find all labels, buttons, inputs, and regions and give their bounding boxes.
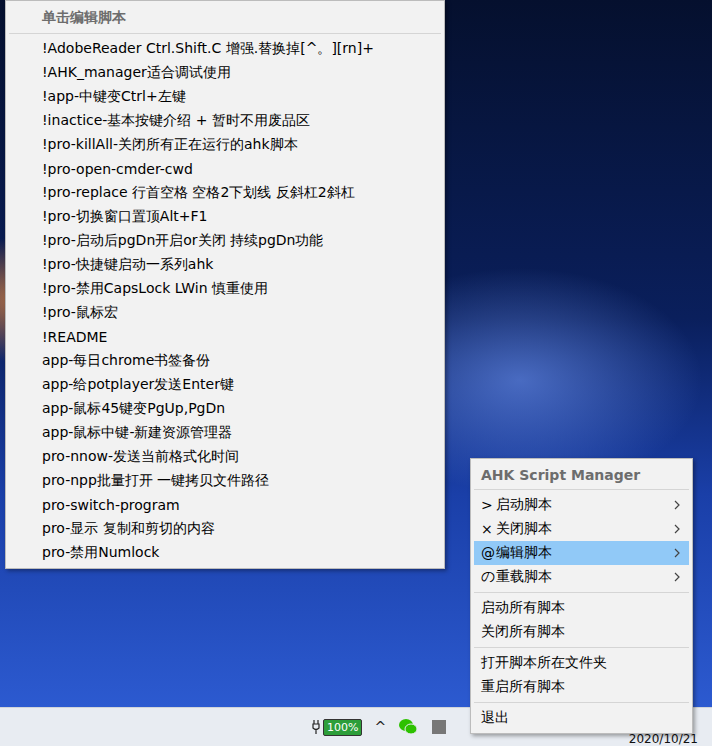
app-icon[interactable] [430, 718, 448, 736]
script-item[interactable]: !pro-启动后pgDn开启or关闭 持续pgDn功能 [9, 229, 441, 253]
script-item[interactable]: !pro-鼠标宏 [9, 301, 441, 325]
chevron-right-icon [673, 500, 681, 510]
menu-item[interactable]: の重载脚本 [474, 565, 689, 589]
menu-item[interactable]: 关闭所有脚本 [474, 620, 689, 644]
edit-submenu: 单击编辑脚本 !AdobeReader Ctrl.Shift.C 增强.替换掉[^… [5, 0, 445, 569]
menu-item[interactable]: @编辑脚本 [474, 541, 689, 565]
tray-menu-header: AHK Script Manager [474, 463, 689, 490]
wechat-icon[interactable] [398, 718, 418, 736]
script-item[interactable]: pro-npp批量打开 一键拷贝文件路径 [9, 469, 441, 493]
menu-separator [474, 702, 689, 703]
battery[interactable]: 100% [312, 719, 362, 736]
menu-prefix: の [481, 568, 491, 586]
script-item[interactable]: !pro-open-cmder-cwd [9, 157, 441, 181]
script-item[interactable]: app-每日chrome书签备份 [9, 349, 441, 373]
submenu-header: 单击编辑脚本 [9, 5, 441, 34]
battery-level: 100% [323, 719, 362, 736]
plug-icon [312, 719, 320, 735]
menu-separator [474, 647, 689, 648]
tray-toggle[interactable]: ^ [374, 719, 386, 735]
script-item[interactable]: pro-显示 复制和剪切的内容 [9, 517, 441, 541]
script-item[interactable]: !pro-切换窗口置顶Alt+F1 [9, 205, 441, 229]
menu-item[interactable]: >启动脚本 [474, 493, 689, 517]
menu-prefix: > [481, 497, 491, 513]
script-item[interactable]: app-给potplayer发送Enter键 [9, 373, 441, 397]
script-item[interactable]: !pro-快捷键启动一系列ahk [9, 253, 441, 277]
script-item[interactable]: app-鼠标45键变PgUp,PgDn [9, 397, 441, 421]
script-item[interactable]: !inactice-基本按键介绍 + 暂时不用废品区 [9, 109, 441, 133]
desktop: 100% ^ 2020/10/21 单击编辑脚本 !AdobeReader Ctrl.S… [0, 0, 712, 746]
menu-item[interactable]: 重启所有脚本 [474, 675, 689, 699]
tray-menu: AHK Script Manager >启动脚本×关闭脚本@编辑脚本の重载脚本启动… [470, 458, 693, 734]
menu-prefix: × [481, 521, 491, 537]
menu-item[interactable]: 退出 [474, 706, 689, 730]
script-item[interactable]: !AdobeReader Ctrl.Shift.C 增强.替换掉[^。][rn]… [9, 37, 441, 61]
menu-item[interactable]: 启动所有脚本 [474, 596, 689, 620]
script-item[interactable]: !README [9, 325, 441, 349]
menu-item[interactable]: ×关闭脚本 [474, 517, 689, 541]
chevron-right-icon [673, 524, 681, 534]
script-item[interactable]: !pro-replace 行首空格 空格2下划线 反斜杠2斜杠 [9, 181, 441, 205]
script-item[interactable]: pro-nnow-发送当前格式化时间 [9, 445, 441, 469]
chevron-right-icon [673, 572, 681, 582]
script-item[interactable]: !pro-禁用CapsLock LWin 慎重使用 [9, 277, 441, 301]
script-item[interactable]: app-鼠标中键-新建资源管理器 [9, 421, 441, 445]
script-item[interactable]: !pro-killAll-关闭所有正在运行的ahk脚本 [9, 133, 441, 157]
script-item[interactable]: !AHK_manager适合调试使用 [9, 61, 441, 85]
menu-prefix: @ [481, 545, 491, 561]
menu-separator [474, 592, 689, 593]
menu-item[interactable]: 打开脚本所在文件夹 [474, 651, 689, 675]
script-item[interactable]: !app-中键变Ctrl+左键 [9, 85, 441, 109]
script-item[interactable]: pro-禁用Numlock [9, 541, 441, 565]
script-item[interactable]: pro-switch-program [9, 493, 441, 517]
chevron-right-icon [673, 548, 681, 558]
date[interactable]: 2020/10/21 [629, 733, 698, 746]
